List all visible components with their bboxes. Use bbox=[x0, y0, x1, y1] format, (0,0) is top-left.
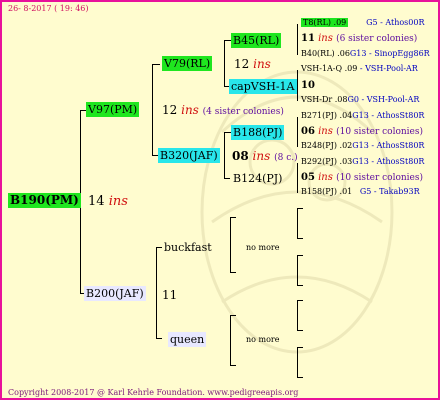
connector bbox=[224, 178, 230, 179]
dam-year: 12 ins (4 sister colonies) bbox=[162, 103, 284, 117]
connector bbox=[297, 163, 298, 193]
b188-year-row: 06 ins (10 sister colonies) bbox=[301, 126, 424, 137]
date-header: 26- 8-2017 ( 19: 46) bbox=[8, 4, 89, 13]
connector bbox=[230, 272, 236, 273]
buckfast-node[interactable]: buckfast bbox=[162, 240, 214, 255]
connector bbox=[297, 255, 303, 256]
b320-year: 08 ins (8 c.) bbox=[232, 149, 298, 163]
connector bbox=[297, 24, 298, 55]
connector bbox=[297, 70, 298, 101]
connector bbox=[297, 208, 303, 209]
connector bbox=[156, 338, 162, 339]
root-queen-node[interactable]: B190(PM) bbox=[8, 193, 81, 208]
capvsh-node[interactable]: capVSH-1A bbox=[229, 79, 297, 94]
sire-year: 11 bbox=[162, 288, 178, 302]
connector bbox=[224, 132, 225, 179]
v79-node[interactable]: V79(RL) bbox=[162, 56, 213, 71]
dam-node[interactable]: V97(PM) bbox=[86, 102, 140, 117]
b248-row[interactable]: B248(PJ) .02G13 - AthosSt80R bbox=[301, 141, 424, 150]
b188-node[interactable]: B188(PJ) bbox=[231, 125, 285, 140]
connector bbox=[230, 315, 231, 365]
sire-node[interactable]: B200(JAF) bbox=[84, 286, 146, 301]
connector bbox=[224, 40, 225, 87]
vsh1aq-row[interactable]: VSH-1A-Q .09 - VSH-Pool-AR bbox=[301, 64, 418, 73]
no-more-label: no more bbox=[246, 335, 280, 344]
connector bbox=[230, 217, 231, 272]
t8-row[interactable]: T8(RL) .09 G5 - Athos00R bbox=[301, 18, 425, 27]
connector bbox=[297, 238, 303, 239]
connector bbox=[297, 285, 303, 286]
connector bbox=[297, 347, 303, 348]
connector bbox=[297, 117, 298, 147]
connector bbox=[297, 330, 303, 331]
root-year: 14 ins bbox=[88, 194, 128, 209]
b40-row[interactable]: B40(RL) .06G13 - SinopEgg86R bbox=[301, 49, 430, 58]
b320-node[interactable]: B320(JAF) bbox=[158, 148, 220, 163]
connector bbox=[230, 365, 236, 366]
connector bbox=[297, 300, 298, 330]
connector bbox=[156, 247, 157, 339]
b45-year-row: 11 ins (6 sister colonies) bbox=[301, 33, 418, 44]
connector bbox=[297, 377, 303, 378]
connector bbox=[152, 64, 160, 65]
copyright-footer: Copyright 2008-2017 @ Karl Kehrle Founda… bbox=[8, 388, 299, 397]
connector bbox=[152, 64, 153, 156]
b124-year-row: 05 ins (10 sister colonies) bbox=[301, 172, 424, 183]
b271-row[interactable]: B271(PJ) .04G13 - AthosSt80R bbox=[301, 111, 424, 120]
b45-node[interactable]: B45(RL) bbox=[231, 33, 282, 48]
b158-row[interactable]: B158(PJ) .01 G5 - Takab93R bbox=[301, 187, 420, 196]
connector bbox=[297, 347, 298, 377]
connector bbox=[230, 217, 236, 218]
pedigree-frame: 26- 8-2017 ( 19: 46) B190(PM) 14 ins V97… bbox=[0, 0, 440, 400]
b292-row[interactable]: B292(PJ) .03G13 - AthosSt80R bbox=[301, 157, 424, 166]
connector bbox=[230, 315, 236, 316]
queen-node[interactable]: queen bbox=[168, 332, 207, 347]
v79-year: 12 ins bbox=[234, 57, 271, 71]
connector bbox=[297, 208, 298, 238]
connector bbox=[297, 300, 303, 301]
vshdr-row[interactable]: VSH-Dr .08G0 - VSH-Pool-AR bbox=[301, 95, 419, 104]
b124-node[interactable]: B124(PJ) bbox=[231, 171, 284, 186]
no-more-label: no more bbox=[246, 243, 280, 252]
connector bbox=[297, 255, 298, 285]
capvsh-year-row: 10 bbox=[301, 80, 315, 91]
